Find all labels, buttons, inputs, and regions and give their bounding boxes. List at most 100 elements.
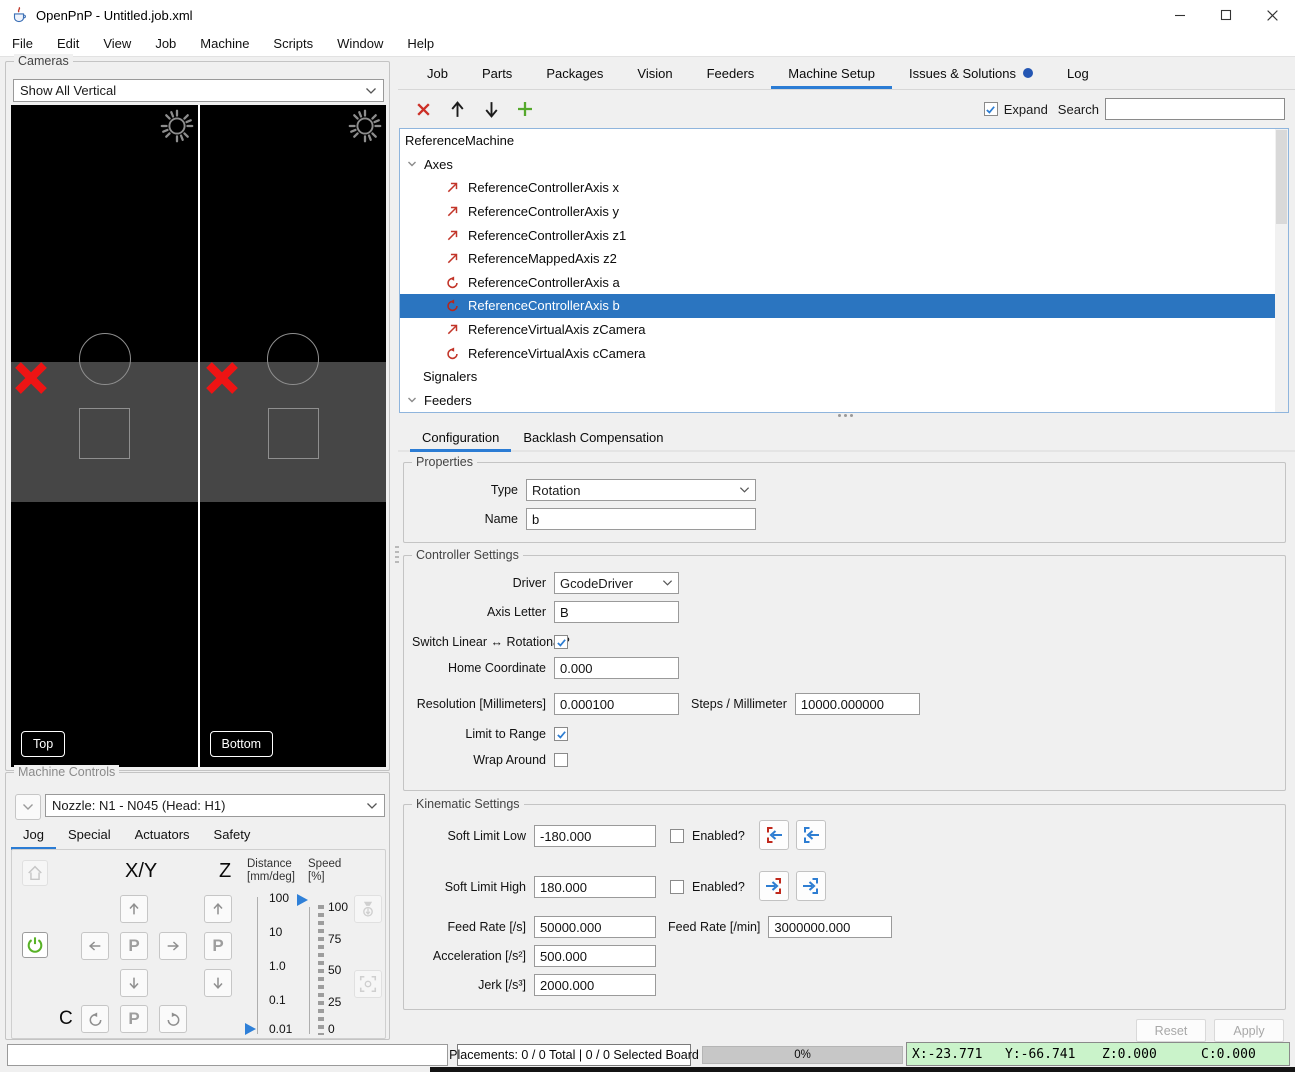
soft-limit-high-field[interactable] (534, 876, 656, 898)
tab-issues-solutions[interactable]: Issues & Solutions (892, 60, 1050, 89)
tree-scrollbar[interactable] (1275, 129, 1288, 412)
tab-feeders[interactable]: Feeders (690, 60, 772, 89)
menu-machine[interactable]: Machine (188, 36, 261, 51)
tree-item-axis-a[interactable]: ReferenceControllerAxis a (400, 271, 1288, 295)
limit-to-range-checkbox[interactable] (554, 727, 568, 741)
move-down-button[interactable] (478, 96, 504, 122)
soft-limit-low-field[interactable] (534, 825, 656, 847)
tab-configuration[interactable]: Configuration (410, 426, 511, 452)
tab-backlash-compensation[interactable]: Backlash Compensation (511, 426, 675, 452)
capture-soft-limit-low-blue-button[interactable] (796, 820, 826, 850)
jerk-field[interactable] (534, 974, 656, 996)
tab-machine-setup[interactable]: Machine Setup (771, 60, 892, 89)
tab-parts[interactable]: Parts (465, 60, 529, 89)
home-coordinate-field[interactable] (554, 657, 679, 679)
name-field[interactable] (526, 508, 756, 530)
capture-soft-limit-low-red-button[interactable] (759, 820, 789, 850)
move-nozzle-to-camera-button[interactable] (354, 895, 382, 923)
camera-view-top[interactable]: Top (11, 105, 198, 767)
camera-view-selector[interactable]: Show All Vertical (13, 79, 384, 102)
menu-job[interactable]: Job (143, 36, 188, 51)
soft-limit-high-enabled-checkbox[interactable] (670, 880, 684, 894)
apply-button[interactable]: Apply (1214, 1019, 1284, 1042)
distance-slider-thumb[interactable] (245, 1023, 256, 1035)
tree-item-axis-x[interactable]: ReferenceControllerAxis x (400, 176, 1288, 200)
tab-actuators[interactable]: Actuators (123, 822, 202, 850)
menu-bar: File Edit View Job Machine Scripts Windo… (0, 30, 1295, 57)
tab-vision[interactable]: Vision (620, 60, 689, 89)
tool-selector[interactable]: Nozzle: N1 - N045 (Head: H1) (45, 794, 385, 817)
speed-slider-track[interactable] (309, 907, 310, 1034)
jog-c-ccw-button[interactable] (81, 1005, 109, 1033)
tree-item-axis-b-selected[interactable]: ReferenceControllerAxis b (400, 294, 1275, 318)
distance-slider-track[interactable] (257, 897, 258, 1034)
home-button[interactable] (22, 860, 48, 886)
delete-button[interactable] (410, 96, 436, 122)
position-camera-button[interactable] (354, 970, 382, 998)
switch-linear-rotational-checkbox[interactable] (554, 635, 568, 649)
tab-log[interactable]: Log (1050, 60, 1106, 89)
tab-job[interactable]: Job (410, 60, 465, 89)
feed-rate-s-field[interactable] (534, 916, 656, 938)
speed-slider-thumb[interactable] (297, 894, 308, 906)
park-c-button[interactable]: P (120, 1005, 148, 1033)
reset-button[interactable]: Reset (1136, 1019, 1206, 1042)
tree-item-axis-z2[interactable]: ReferenceMappedAxis z2 (400, 247, 1288, 271)
camera-target-icon (358, 974, 378, 994)
menu-scripts[interactable]: Scripts (261, 36, 325, 51)
driver-select[interactable]: GcodeDriver (554, 572, 679, 594)
tree-item-axis-zcamera[interactable]: ReferenceVirtualAxis zCamera (400, 318, 1288, 342)
menu-window[interactable]: Window (325, 36, 395, 51)
tab-packages[interactable]: Packages (529, 60, 620, 89)
soft-limit-low-enabled-checkbox[interactable] (670, 829, 684, 843)
park-xy-button[interactable]: P (120, 932, 148, 960)
close-button[interactable] (1249, 0, 1295, 30)
status-message-field (7, 1044, 448, 1066)
expander-chevron-icon[interactable] (407, 395, 417, 405)
jog-x-minus-button[interactable] (81, 932, 109, 960)
tree-item-axes[interactable]: Axes (400, 153, 1288, 177)
tree-scrollbar-thumb[interactable] (1276, 130, 1287, 224)
tree-item-feeders[interactable]: Feeders (400, 389, 1288, 413)
type-select[interactable]: Rotation (526, 479, 756, 501)
tab-special[interactable]: Special (56, 822, 123, 850)
jog-x-plus-button[interactable] (159, 932, 187, 960)
acceleration-field[interactable] (534, 945, 656, 967)
jog-z-plus-button[interactable] (204, 895, 232, 923)
menu-edit[interactable]: Edit (45, 36, 91, 51)
menu-help[interactable]: Help (395, 36, 446, 51)
add-button[interactable] (512, 96, 538, 122)
minimize-button[interactable] (1157, 0, 1203, 30)
axis-letter-field[interactable] (554, 601, 679, 623)
tab-safety[interactable]: Safety (202, 822, 263, 850)
tree-item-axis-y[interactable]: ReferenceControllerAxis y (400, 200, 1288, 224)
resolution-field[interactable] (554, 693, 679, 715)
wrap-around-checkbox[interactable] (554, 753, 568, 767)
tab-jog[interactable]: Jog (11, 822, 56, 850)
jog-z-minus-button[interactable] (204, 969, 232, 997)
tree-item-label: ReferenceControllerAxis x (468, 180, 619, 195)
power-button[interactable] (22, 932, 48, 958)
jog-y-plus-button[interactable] (120, 895, 148, 923)
park-z-button[interactable]: P (204, 932, 232, 960)
move-up-button[interactable] (444, 96, 470, 122)
jog-c-cw-button[interactable] (159, 1005, 187, 1033)
steps-per-millimeter-field[interactable] (795, 693, 920, 715)
expand-checkbox[interactable] (984, 102, 998, 116)
maximize-button[interactable] (1203, 0, 1249, 30)
splitter-handle[interactable] (838, 414, 856, 417)
tree-item-signalers[interactable]: Signalers (400, 365, 1288, 389)
expander-chevron-icon[interactable] (407, 159, 417, 169)
jog-y-minus-button[interactable] (120, 969, 148, 997)
capture-soft-limit-high-blue-button[interactable] (796, 871, 826, 901)
search-input[interactable] (1105, 98, 1285, 120)
camera-view-bottom[interactable]: Bottom (200, 105, 387, 767)
tree-item-axis-z1[interactable]: ReferenceControllerAxis z1 (400, 223, 1288, 247)
capture-soft-limit-high-red-button[interactable] (759, 871, 789, 901)
tree-item-reference-machine[interactable]: ReferenceMachine (400, 129, 1288, 153)
menu-file[interactable]: File (0, 36, 45, 51)
feed-rate-min-field[interactable] (768, 916, 892, 938)
tree-item-axis-ccamera[interactable]: ReferenceVirtualAxis cCamera (400, 341, 1288, 365)
tool-selector-expand-button[interactable] (15, 794, 41, 820)
menu-view[interactable]: View (91, 36, 143, 51)
